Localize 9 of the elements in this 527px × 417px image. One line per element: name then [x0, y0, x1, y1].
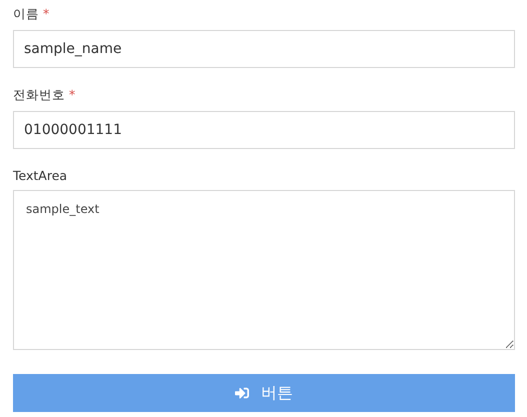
input-field[interactable]: 01000001111 [13, 111, 515, 149]
field-label: 전화번호 [13, 87, 65, 104]
sign-in-icon [235, 386, 249, 400]
field-label: 이름 [13, 6, 39, 23]
text-area[interactable]: sample_text [13, 190, 515, 350]
required-mark: * [69, 87, 76, 104]
field-label: TextArea [13, 168, 68, 183]
required-mark: * [43, 6, 50, 23]
input-field[interactable]: sample_name [13, 30, 515, 68]
